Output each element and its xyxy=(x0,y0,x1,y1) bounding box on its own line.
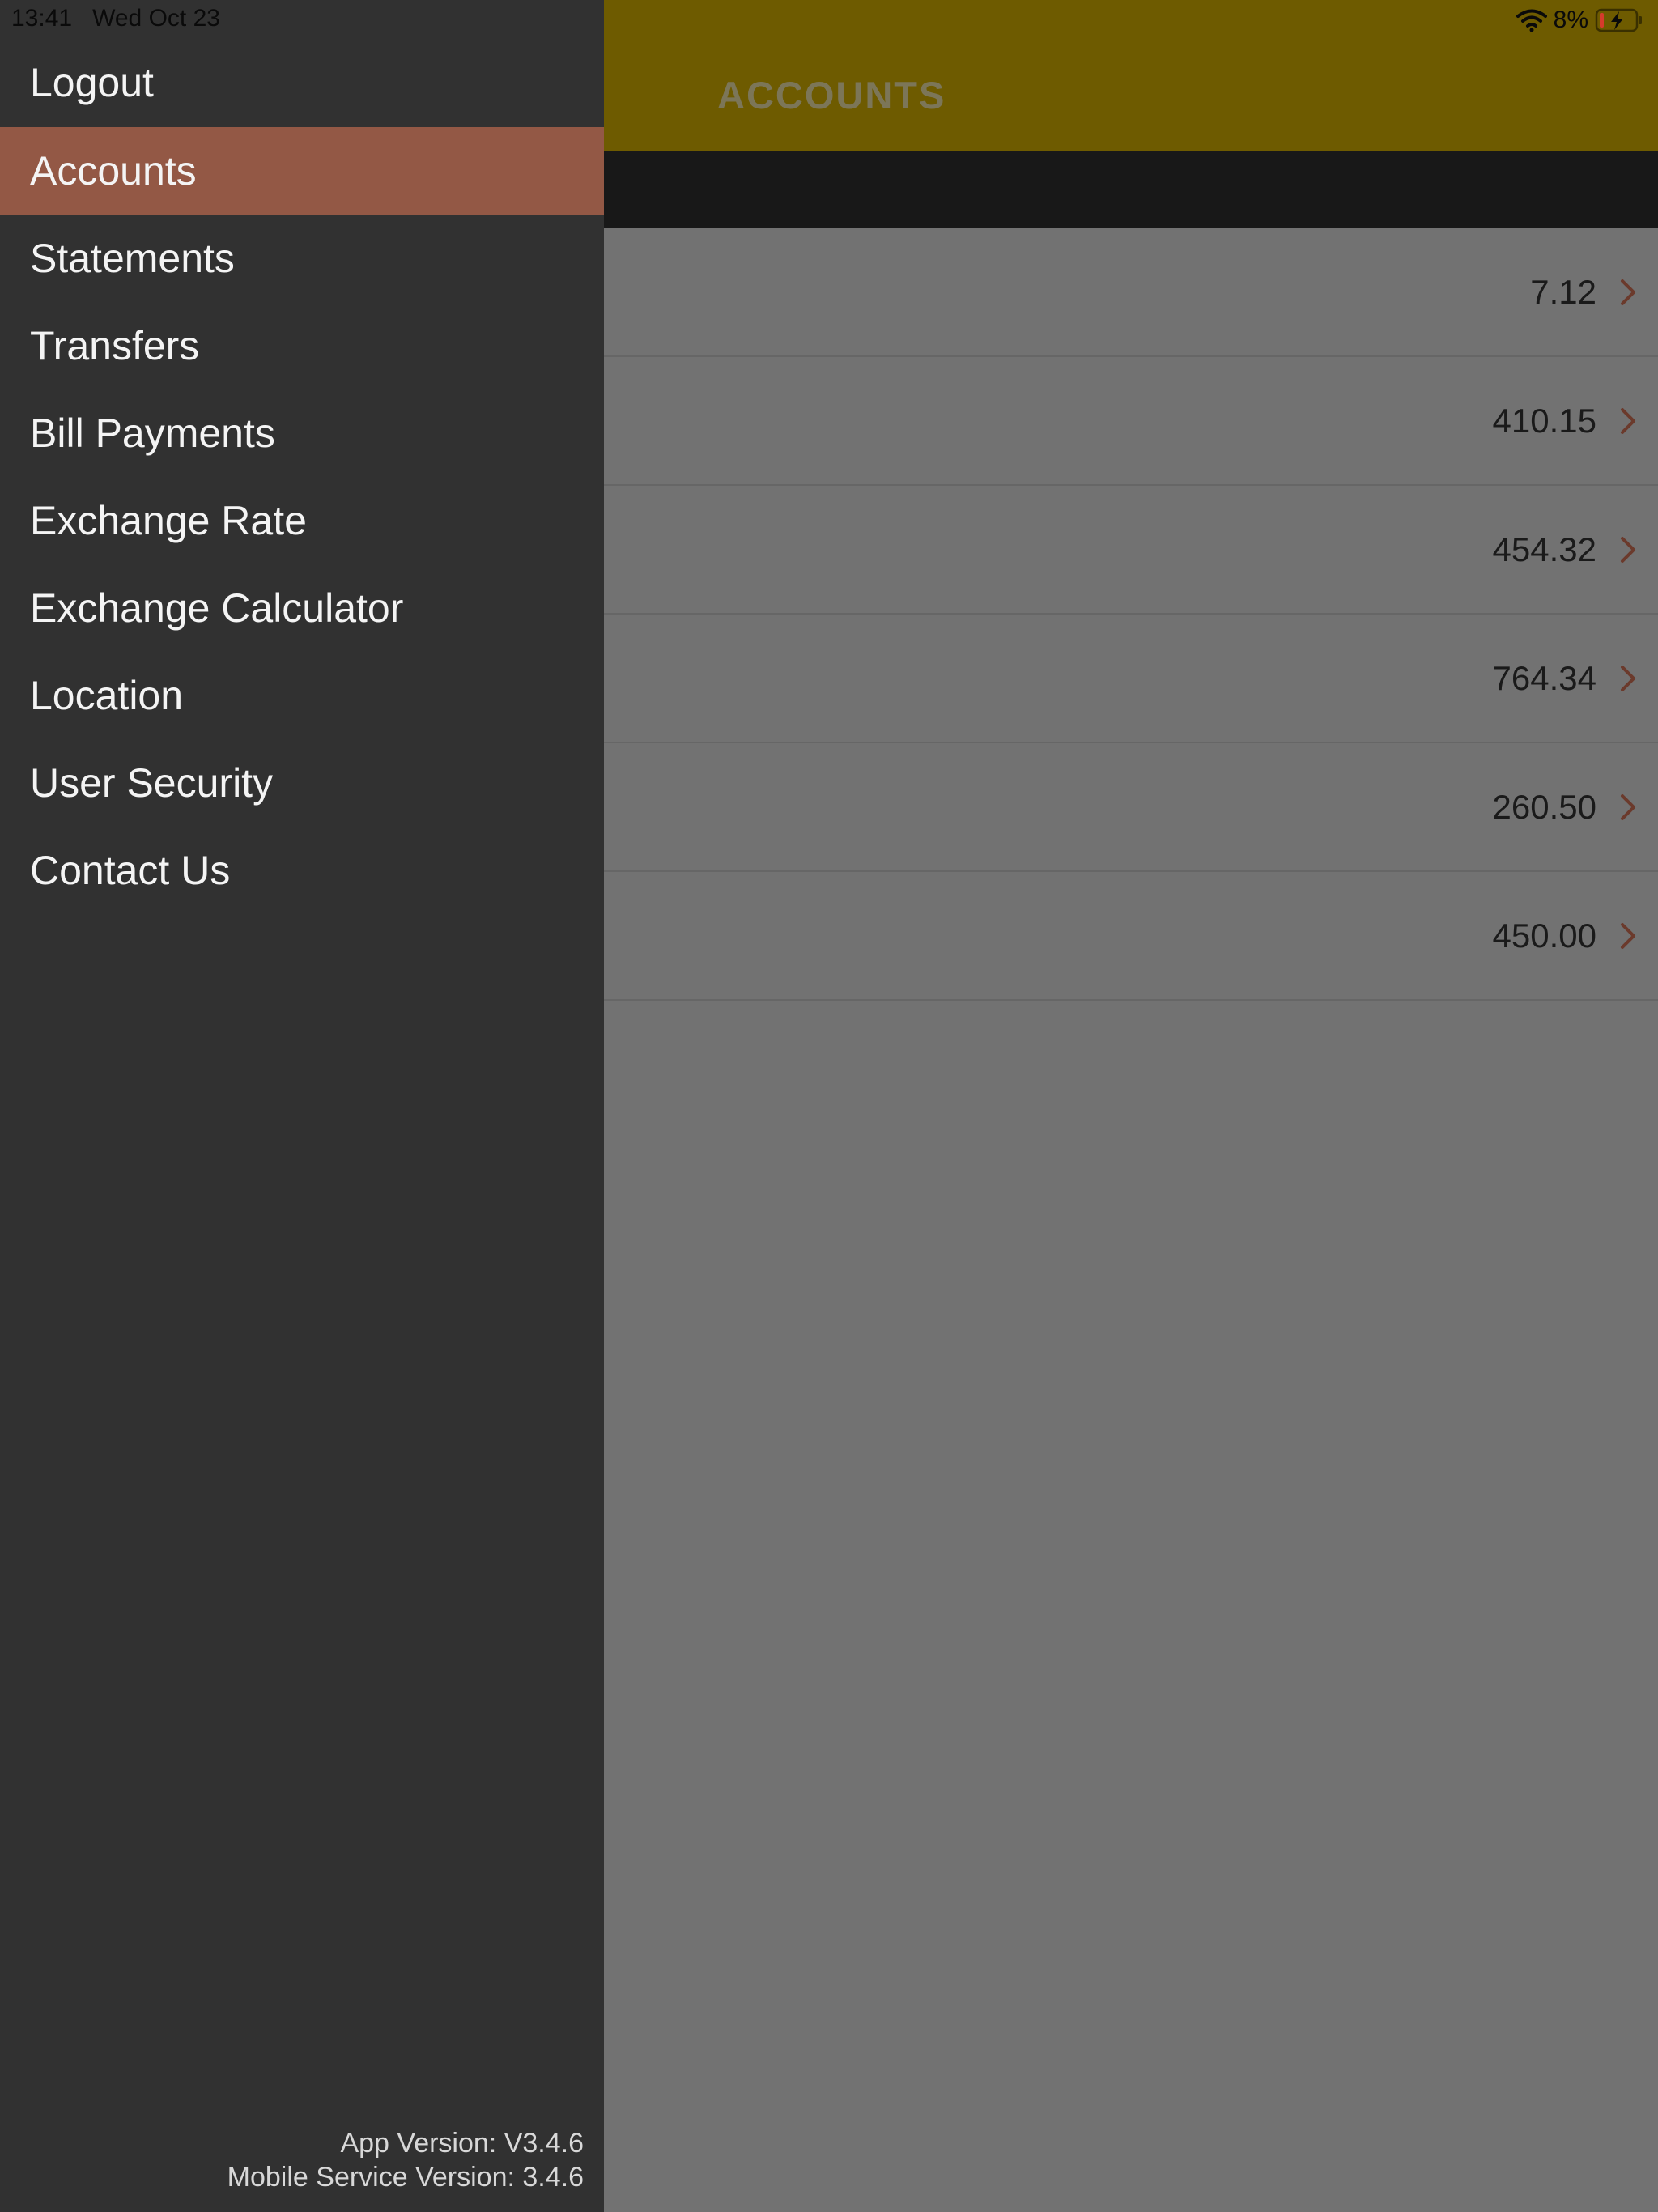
battery-percent: 8% xyxy=(1553,6,1588,33)
side-menu: Logout Accounts Statements Transfers Bil… xyxy=(0,0,604,2212)
chevron-right-icon xyxy=(1621,279,1635,305)
menu-item-user-security[interactable]: User Security xyxy=(0,739,604,827)
chevron-right-icon xyxy=(1621,407,1635,434)
chevron-right-icon xyxy=(1621,536,1635,563)
page-title: ACCOUNTS xyxy=(717,74,946,117)
account-amount: 7.12 xyxy=(1530,272,1596,311)
account-amount: 454.32 xyxy=(1492,530,1596,568)
battery-charging-icon xyxy=(1595,8,1642,32)
menu-item-location[interactable]: Location xyxy=(0,652,604,739)
app-version: App Version: V3.4.6 xyxy=(340,2128,584,2159)
chevron-right-icon xyxy=(1621,665,1635,691)
status-indicators: 8% xyxy=(1516,5,1643,36)
version-info: App Version: V3.4.6 Mobile Service Versi… xyxy=(227,2126,584,2194)
account-amount: 450.00 xyxy=(1492,916,1596,955)
menu-item-contact-us[interactable]: Contact Us xyxy=(0,827,604,914)
account-amount: 764.34 xyxy=(1492,658,1596,697)
account-amount: 410.15 xyxy=(1492,401,1596,440)
chevron-right-icon xyxy=(1621,793,1635,820)
chevron-right-icon xyxy=(1621,922,1635,949)
menu-item-exchange-rate[interactable]: Exchange Rate xyxy=(0,477,604,564)
status-date: Wed Oct 23 xyxy=(92,5,220,32)
menu-item-exchange-calculator[interactable]: Exchange Calculator xyxy=(0,564,604,652)
menu-item-transfers[interactable]: Transfers xyxy=(0,302,604,389)
menu-item-logout[interactable]: Logout xyxy=(0,39,604,126)
wifi-icon xyxy=(1516,9,1547,32)
menu-item-bill-payments[interactable]: Bill Payments xyxy=(0,389,604,477)
status-time: 13:41 Wed Oct 23 xyxy=(11,5,220,32)
service-version: Mobile Service Version: 3.4.6 xyxy=(227,2162,584,2193)
status-clock: 13:41 xyxy=(11,5,73,32)
menu-item-statements[interactable]: Statements xyxy=(0,215,604,302)
menu-item-accounts[interactable]: Accounts xyxy=(0,127,604,215)
account-amount: 260.50 xyxy=(1492,787,1596,826)
